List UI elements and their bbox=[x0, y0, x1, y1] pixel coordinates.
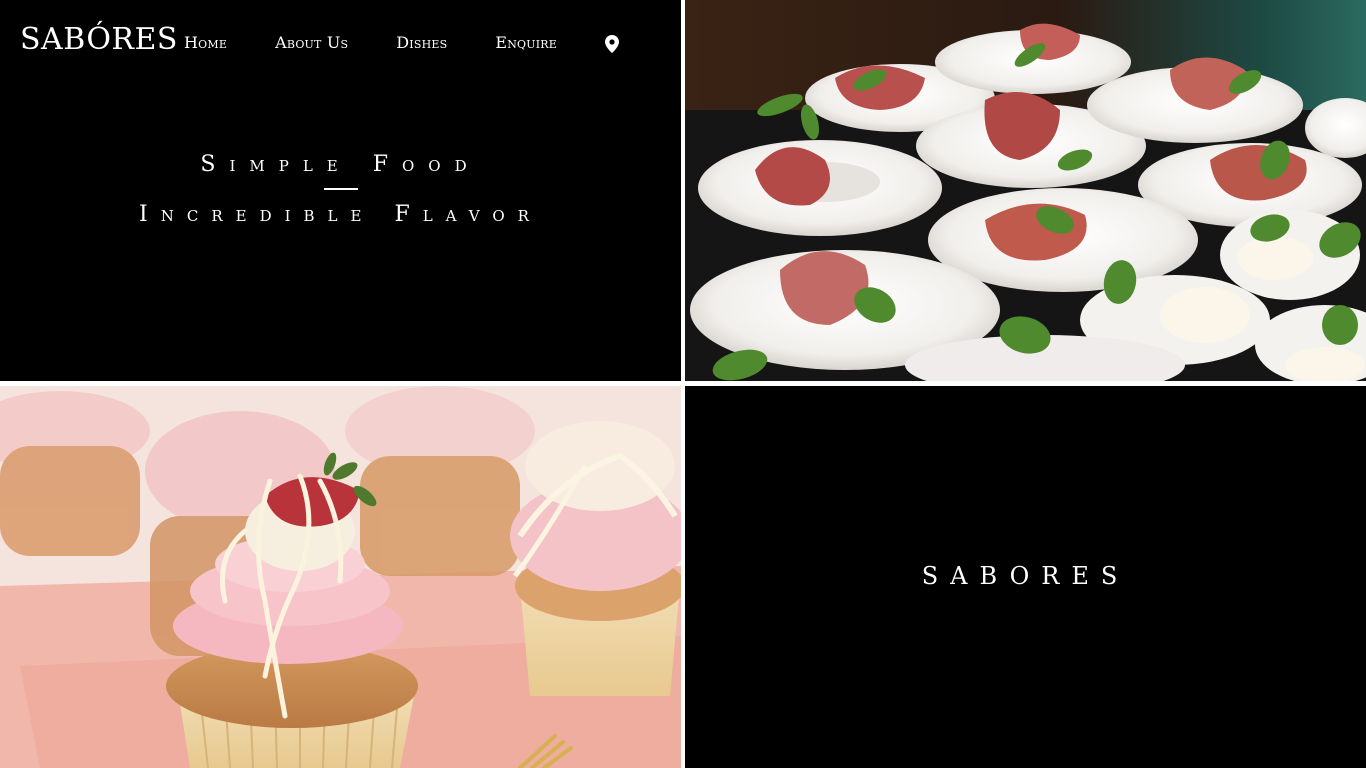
nav-about-link[interactable]: About Us bbox=[275, 33, 348, 52]
hero-tagline-line1: Simple Food bbox=[200, 152, 481, 177]
hero-divider bbox=[324, 188, 358, 190]
main-nav: Home About Us Dishes Enquire bbox=[184, 33, 619, 53]
hero-panel: SABÓRES Home About Us Dishes Enquire Sim… bbox=[0, 0, 681, 381]
hero-tagline-line2: Incredible Flavor bbox=[139, 202, 542, 227]
nav-home-link[interactable]: Home bbox=[184, 33, 227, 52]
cupcake-right bbox=[510, 421, 681, 696]
nav-enquire-link[interactable]: Enquire bbox=[495, 33, 557, 52]
brand-wordmark: SABORES bbox=[921, 562, 1130, 590]
nav-dishes-link[interactable]: Dishes bbox=[396, 33, 447, 52]
appetizers-photo bbox=[685, 0, 1366, 381]
brand-panel: SABORES bbox=[685, 386, 1366, 768]
site-logo[interactable]: SABÓRES bbox=[20, 22, 178, 57]
map-pin-icon[interactable] bbox=[605, 34, 619, 53]
cupcakes-photo bbox=[0, 386, 681, 768]
